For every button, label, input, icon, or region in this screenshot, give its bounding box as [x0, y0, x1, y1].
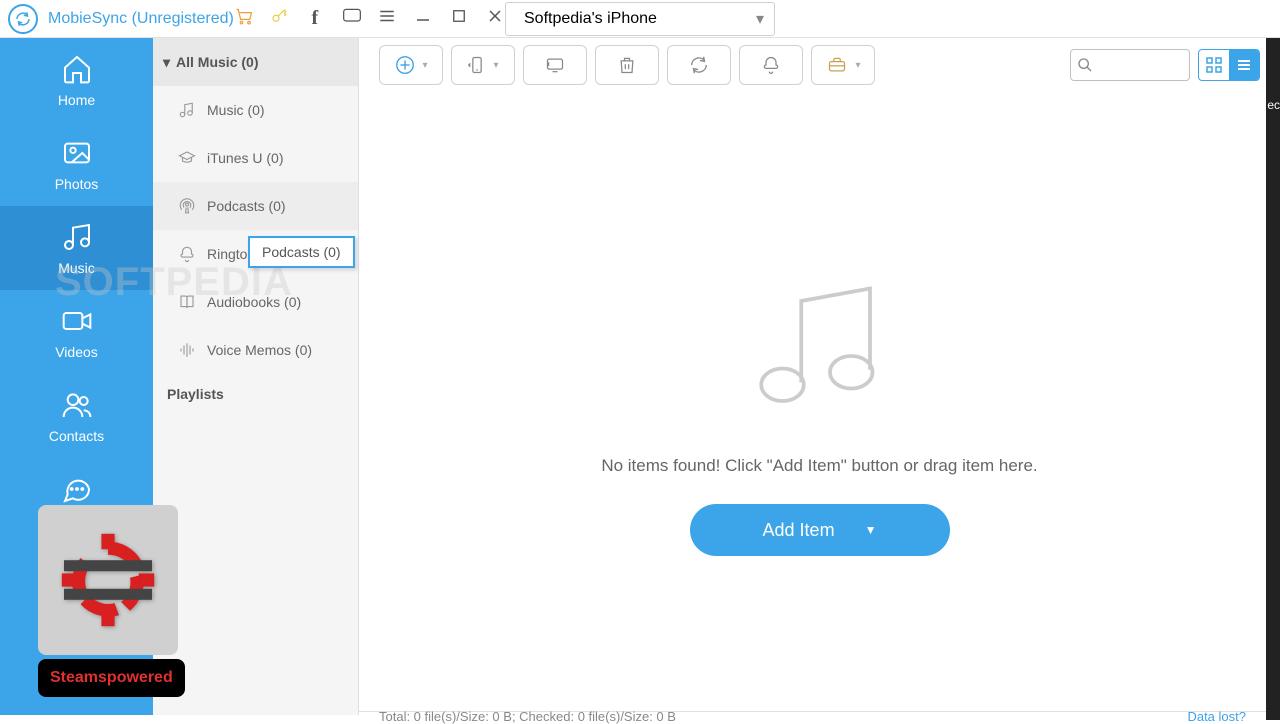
waveform-icon [177, 340, 197, 360]
book-icon [177, 292, 197, 312]
add-item-label: Add Item [763, 520, 835, 541]
category-label: Voice Memos (0) [207, 342, 312, 358]
chevron-down-icon: ▾ [493, 60, 498, 71]
status-bar: Total: 0 file(s)/Size: 0 B; Checked: 0 f… [359, 711, 1266, 720]
data-lost-link[interactable]: Data lost? [1187, 709, 1246, 724]
sidebar-item-contacts[interactable]: Contacts [0, 374, 153, 458]
tooltip: Podcasts (0) [248, 236, 355, 268]
export-to-device-button[interactable]: ▾ [451, 45, 515, 85]
main-area: Home Photos Music Videos Contacts Messag… [0, 38, 1280, 715]
music-categories-panel: ▾ All Music (0) Music (0) iTunes U (0) P… [153, 38, 359, 715]
cart-icon[interactable] [234, 6, 252, 31]
home-icon [60, 52, 94, 86]
toolbar: ▾ ▾ ▾ [359, 38, 1280, 92]
podcast-icon [177, 196, 197, 216]
music-note-icon [177, 100, 197, 120]
search-box[interactable] [1070, 49, 1190, 81]
empty-state: No items found! Click "Add Item" button … [359, 92, 1280, 715]
menu-icon[interactable] [378, 7, 396, 30]
app-logo [8, 4, 38, 34]
graduation-icon [177, 148, 197, 168]
contacts-icon [60, 388, 94, 422]
sidebar-item-videos[interactable]: Videos [0, 290, 153, 374]
empty-message: No items found! Click "Add Item" button … [601, 456, 1037, 476]
key-icon[interactable] [270, 7, 288, 30]
category-label: iTunes U (0) [207, 150, 284, 166]
sidebar-item-photos[interactable]: Photos [0, 122, 153, 206]
chevron-down-icon: ▾ [756, 9, 764, 29]
category-voice-memos[interactable]: Voice Memos (0) [153, 326, 358, 374]
delete-button[interactable] [595, 45, 659, 85]
category-music[interactable]: Music (0) [153, 86, 358, 134]
right-edge-text: ec [1267, 98, 1280, 112]
add-item-button[interactable]: Add Item ▼ [690, 504, 950, 556]
search-icon [1077, 57, 1093, 73]
photos-icon [60, 136, 94, 170]
list-view-button[interactable] [1229, 50, 1259, 80]
category-podcasts[interactable]: Podcasts (0) [153, 182, 358, 230]
gear-graphic [38, 505, 178, 655]
export-to-pc-button[interactable] [523, 45, 587, 85]
refresh-button[interactable] [667, 45, 731, 85]
category-itunes-u[interactable]: iTunes U (0) [153, 134, 358, 182]
ringtone-button[interactable] [739, 45, 803, 85]
maximize-icon[interactable] [450, 9, 468, 28]
overlay-badge: Steamspowered [38, 659, 185, 697]
music-icon [60, 220, 94, 254]
view-toggle [1198, 49, 1260, 81]
category-label: Music (0) [207, 102, 265, 118]
titlebar-right-icons: f [234, 6, 504, 31]
titlebar: MobieSync (Unregistered) Softpedia's iPh… [0, 0, 1280, 38]
content-area: ▾ ▾ ▾ [359, 38, 1280, 715]
status-left: Total: 0 file(s)/Size: 0 B; Checked: 0 f… [379, 709, 676, 724]
dropdown-triangle-icon: ▼ [865, 523, 877, 537]
videos-icon [60, 304, 94, 338]
chevron-down-icon: ▾ [855, 60, 860, 71]
all-music-label: All Music (0) [176, 54, 258, 70]
sidebar-item-home[interactable]: Home [0, 38, 153, 122]
category-label: Podcasts (0) [207, 198, 286, 214]
device-selector[interactable]: Softpedia's iPhone ▾ [505, 2, 775, 36]
search-input[interactable] [1099, 58, 1169, 73]
sidebar-item-label: Contacts [49, 428, 104, 444]
minimize-icon[interactable] [414, 8, 432, 29]
category-audiobooks[interactable]: Audiobooks (0) [153, 278, 358, 326]
sidebar-item-label: Photos [55, 176, 99, 192]
bell-icon [177, 244, 197, 264]
collapse-icon: ▾ [163, 54, 170, 71]
playlists-header[interactable]: Playlists [153, 374, 358, 414]
chevron-down-icon: ▾ [422, 60, 427, 71]
toolbox-button[interactable]: ▾ [811, 45, 875, 85]
category-label: Audiobooks (0) [207, 294, 301, 310]
right-edge-strip: ec [1266, 38, 1280, 720]
sidebar-item-music[interactable]: Music [0, 206, 153, 290]
grid-view-button[interactable] [1199, 50, 1229, 80]
feedback-icon[interactable] [342, 7, 360, 30]
music-large-icon [745, 281, 895, 426]
sidebar-item-label: Music [58, 260, 95, 276]
close-icon[interactable] [486, 8, 504, 29]
sidebar-item-label: Videos [55, 344, 98, 360]
all-music-header[interactable]: ▾ All Music (0) [153, 38, 358, 86]
sidebar-item-label: Home [58, 92, 95, 108]
app-title: MobieSync (Unregistered) [48, 10, 234, 28]
overlay-widget: Steamspowered [38, 505, 178, 655]
add-button[interactable]: ▾ [379, 45, 443, 85]
device-name: Softpedia's iPhone [524, 10, 657, 28]
facebook-icon[interactable]: f [306, 7, 324, 30]
messages-icon [60, 472, 94, 506]
